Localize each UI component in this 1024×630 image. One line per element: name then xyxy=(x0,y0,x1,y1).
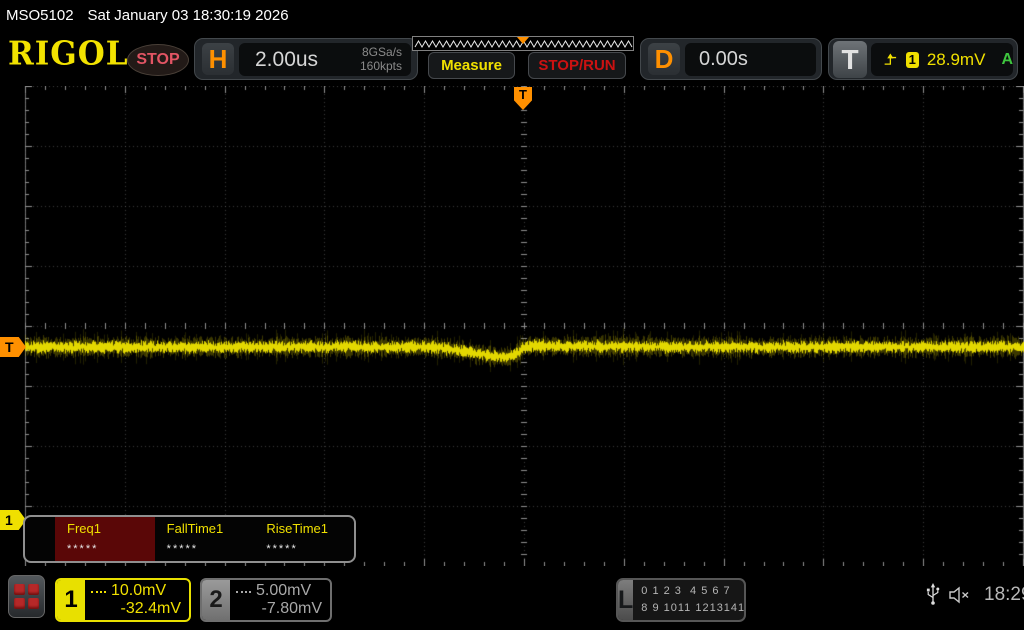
measurement-item-falltime1[interactable]: FallTime1 ***** xyxy=(155,517,255,561)
delay-label: D xyxy=(648,43,680,75)
logic-channels-block[interactable]: L 0 1 2 3 4 5 6 7 8 9 1011 12131415 xyxy=(616,578,746,622)
horizontal-label: H xyxy=(202,43,234,75)
dc-coupling-icon xyxy=(91,589,106,593)
trigger-source-badge: 1 xyxy=(905,51,919,68)
logic-row1: 0 1 2 3 4 5 6 7 xyxy=(641,585,731,597)
measurement-name: Freq1 xyxy=(67,521,101,536)
top-info-bar: MSO5102 Sat January 03 18:30:19 2026 xyxy=(0,0,1024,30)
channel-menu-button[interactable] xyxy=(8,575,45,618)
rigol-logo: RIGOL xyxy=(8,35,129,73)
measurement-name: RiseTime1 xyxy=(266,521,328,536)
waveform-display-area[interactable] xyxy=(0,86,1024,566)
channel2-scale: 5.00mV xyxy=(256,582,312,599)
channel2-number-tab: 2 xyxy=(202,580,230,620)
red-square-icon xyxy=(14,584,25,595)
channel1-scale: 10.0mV xyxy=(111,582,167,599)
sample-rate-memdepth: 8GSa/s 160kpts xyxy=(359,44,411,74)
horizontal-settings-block[interactable]: H 2.00us 8GSa/s 160kpts xyxy=(194,38,418,80)
datetime: Sat January 03 18:30:19 2026 xyxy=(87,6,289,24)
channel1-number-tab: 1 xyxy=(57,580,85,620)
logic-channel-numbers: 0 1 2 3 4 5 6 7 8 9 1011 12131415 xyxy=(633,580,746,620)
delay-block[interactable]: D 0.00s xyxy=(640,38,822,80)
stop-run-button[interactable]: STOP/RUN xyxy=(528,52,626,79)
trigger-level-value: 28.9mV xyxy=(926,49,986,69)
usb-icon xyxy=(926,583,940,605)
red-square-icon xyxy=(14,598,25,609)
measurement-value: ***** xyxy=(67,543,99,555)
measurement-value: ***** xyxy=(266,543,298,555)
measurement-panel: Freq1 ***** FallTime1 ***** RiseTime1 **… xyxy=(23,515,356,563)
model-name: MSO5102 xyxy=(6,6,74,24)
channel1-status-block[interactable]: 1 10.0mV -32.4mV xyxy=(55,578,191,622)
sample-rate: 8GSa/s xyxy=(361,44,402,59)
measurement-name: FallTime1 xyxy=(166,521,224,536)
memory-position-pointer-icon[interactable] xyxy=(517,37,529,44)
memory-depth: 160kpts xyxy=(359,58,402,73)
logic-label-tab: L xyxy=(618,580,634,620)
edge-trigger-icon xyxy=(884,52,897,65)
speaker-muted-icon[interactable] xyxy=(948,586,972,604)
measurement-value: ***** xyxy=(166,543,199,555)
timebase-value: 2.00us xyxy=(255,47,319,71)
channel2-offset: -7.80mV xyxy=(261,600,322,617)
logic-row2: 8 9 1011 12131415 xyxy=(641,602,746,615)
trigger-sweep-mode: A xyxy=(1001,50,1013,68)
trigger-block[interactable]: T 1 28.9mV A xyxy=(828,38,1018,80)
trigger-label: T xyxy=(833,41,867,78)
header-bar: RIGOL STOP H 2.00us 8GSa/s 160kpts Measu… xyxy=(0,30,1024,84)
dc-coupling-icon xyxy=(236,589,251,593)
measurement-item-freq1[interactable]: Freq1 ***** xyxy=(55,517,155,561)
red-square-icon xyxy=(28,584,39,595)
measurement-item-risetime1[interactable]: RiseTime1 ***** xyxy=(254,517,354,561)
measure-button[interactable]: Measure xyxy=(428,52,515,79)
red-square-icon xyxy=(28,598,39,609)
channel2-status-block[interactable]: 2 5.00mV -7.80mV xyxy=(200,578,332,622)
clock: 18:29 xyxy=(984,583,1024,605)
acquisition-status-badge: STOP xyxy=(127,44,189,76)
channel1-offset: -32.4mV xyxy=(120,600,181,617)
delay-value: 0.00s xyxy=(699,48,748,70)
